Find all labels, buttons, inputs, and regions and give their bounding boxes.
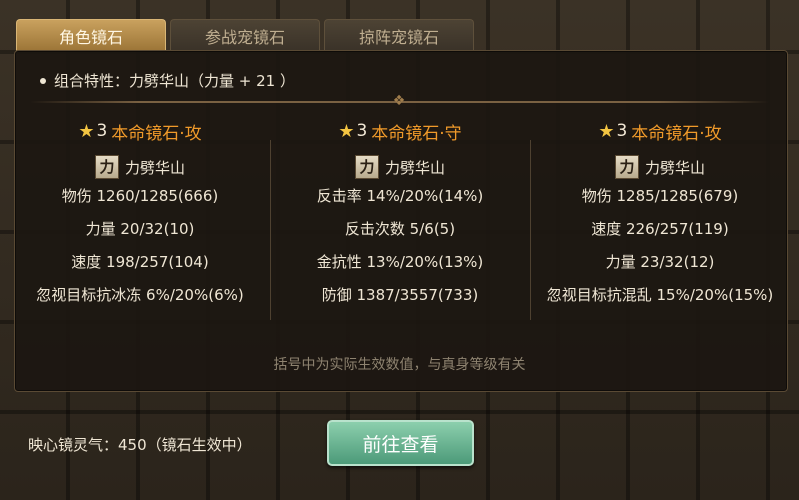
strength-skill-icon[interactable]: 力	[614, 155, 639, 179]
tab-character-stone[interactable]: 角色镜石	[16, 19, 166, 51]
stone-column-2: ★ 3 本命镜石·守 力 力劈华山 反击率 14%/20%(14%) 反击次数 …	[280, 118, 520, 312]
stone-level: 3	[356, 121, 368, 141]
column-divider	[530, 140, 531, 320]
stat-line: 物伤 1260/1285(666)	[61, 187, 219, 205]
stone-title: ★ 3 本命镜石·攻	[540, 118, 780, 144]
stone-name: 本命镜石·攻	[631, 123, 722, 144]
stat-line: 忽视目标抗冰冻 6%/20%(6%)	[36, 286, 244, 304]
stat-line: 反击次数 5/6(5)	[344, 220, 456, 238]
strength-skill-icon[interactable]: 力	[354, 155, 379, 179]
stat-line: 速度 226/257(119)	[591, 220, 729, 238]
stat-line: 物伤 1285/1285(679)	[581, 187, 739, 205]
combo-trait-text: 组合特性：力劈华山（力量 + 21 ）	[54, 72, 295, 90]
stat-line: 忽视目标抗混乱 15%/20%(15%)	[546, 286, 774, 304]
stone-column-1: ★ 3 本命镜石·攻 力 力劈华山 物伤 1260/1285(666) 力量 2…	[20, 118, 260, 312]
combo-trait: 组合特性：力劈华山（力量 + 21 ）	[40, 70, 295, 91]
strength-skill-icon[interactable]: 力	[94, 155, 119, 179]
skill-name: 力劈华山	[644, 158, 705, 177]
stone-level: 3	[96, 121, 108, 141]
mirror-aura-status: 映心镜灵气：450（镜石生效中）	[28, 436, 252, 454]
skill-name: 力劈华山	[384, 158, 445, 177]
stat-line: 速度 198/257(104)	[71, 253, 209, 271]
star-icon: ★	[78, 120, 95, 142]
stone-column-3: ★ 3 本命镜石·攻 力 力劈华山 物伤 1285/1285(679) 速度 2…	[540, 118, 780, 312]
tab-support-pet-stone[interactable]: 掠阵宠镜石	[324, 19, 474, 51]
stone-title: ★ 3 本命镜石·攻	[20, 118, 260, 144]
stat-line: 反击率 14%/20%(14%)	[316, 187, 484, 205]
stat-line: 金抗性 13%/20%(13%)	[316, 253, 484, 271]
stone-skill: 力 力劈华山	[540, 154, 780, 180]
tab-bar: 角色镜石 参战宠镜石 掠阵宠镜石	[16, 19, 474, 51]
star-icon: ★	[338, 120, 355, 142]
stone-title: ★ 3 本命镜石·守	[280, 118, 520, 144]
column-divider	[270, 140, 271, 320]
stone-skill: 力 力劈华山	[20, 154, 260, 180]
tab-battle-pet-stone[interactable]: 参战宠镜石	[170, 19, 320, 51]
star-icon: ★	[598, 120, 615, 142]
stat-line: 力量 23/32(12)	[605, 253, 715, 271]
stone-name: 本命镜石·守	[371, 123, 462, 144]
stone-name: 本命镜石·攻	[111, 123, 202, 144]
bullet-icon	[40, 77, 46, 84]
knot-ornament-icon: ❖	[392, 93, 406, 109]
stat-line: 力量 20/32(10)	[85, 220, 195, 238]
stone-level: 3	[616, 121, 628, 141]
stone-skill: 力 力劈华山	[280, 154, 520, 180]
footnote: 括号中为实际生效数值，与真身等级有关	[273, 357, 526, 373]
stat-line: 防御 1387/3557(733)	[321, 286, 479, 304]
go-view-button[interactable]: 前往查看	[327, 420, 474, 466]
skill-name: 力劈华山	[124, 158, 185, 177]
